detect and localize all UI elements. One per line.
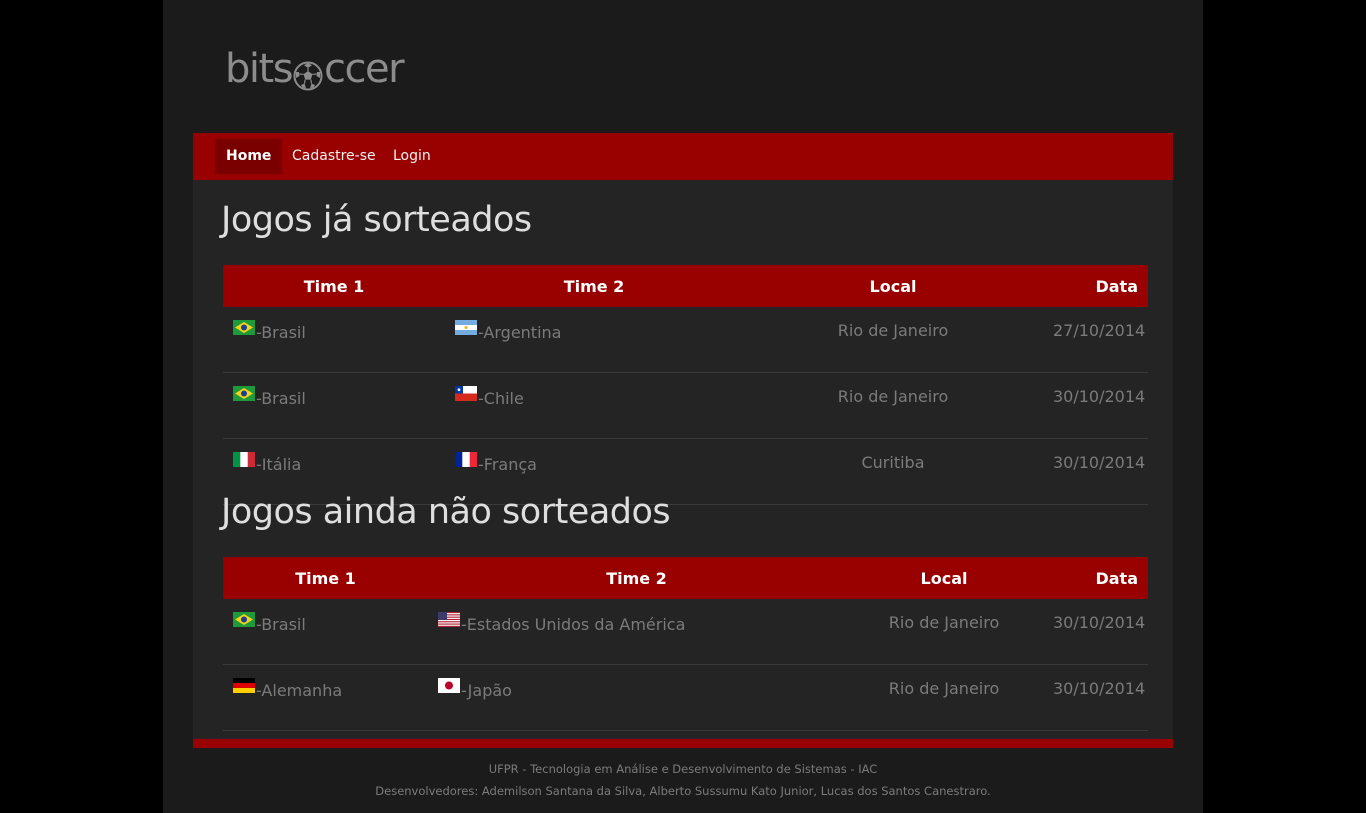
column-header-time2: Time 2 [563,276,625,296]
main-content: Jogos já sorteados Time 1 Time 2 Local D… [193,180,1173,739]
team-name: -Brasil [256,615,306,634]
team-name: -Argentina [478,323,562,342]
table-row: -Alemanha -Japão Rio de Janeiro 30/10/20… [223,664,1148,731]
local-cell: Rio de Janeiro [845,664,1043,731]
logo-text-right: ccer [324,46,405,92]
column-header-time1: Time 1 [303,276,365,296]
date-cell: 27/10/2014 [1043,307,1148,373]
france-flag-icon [455,452,477,467]
germany-flag-icon [233,678,255,693]
main-navbar: Home Cadastre-se Login [193,133,1173,180]
team1-cell: -Brasil [223,372,445,439]
footer-institution: UFPR - Tecnologia em Análise e Desenvolv… [488,762,878,776]
date-cell: 30/10/2014 [1043,599,1148,665]
team1-cell: -Brasil [223,599,428,665]
table-row: -Brasil -Argentina Rio de Janeiro 27/10/… [223,307,1148,373]
local-cell: Rio de Janeiro [743,372,1043,439]
chile-flag-icon [455,386,477,401]
team-name: -Alemanha [256,681,343,700]
japan-flag-icon [438,678,460,693]
team-name: -França [478,455,537,474]
usa-flag-icon [438,612,460,627]
team-name: -Itália [256,455,302,474]
nav-login[interactable]: Login [382,139,442,174]
not-drawn-games-table: Time 1 Time 2 Local Data -Brasil -Estado… [223,557,1148,731]
table-row: -Brasil -Chile Rio de Janeiro 30/10/2014 [223,372,1148,439]
table-header-row: Time 1 Time 2 Local Data [223,265,1148,307]
argentina-flag-icon [455,320,477,335]
nav-cadastre-se[interactable]: Cadastre-se [281,139,387,174]
nav-home[interactable]: Home [215,139,283,174]
team-name: -Chile [478,389,524,408]
column-header-local: Local [920,568,968,588]
team2-cell: -Japão [428,664,845,731]
team-name: -Estados Unidos da América [461,615,686,634]
team2-cell: -Estados Unidos da América [428,599,845,665]
column-header-local: Local [869,276,917,296]
local-cell: Rio de Janeiro [845,599,1043,665]
team-name: -Brasil [256,323,306,342]
date-cell: 30/10/2014 [1043,664,1148,731]
column-header-time1: Time 1 [295,568,356,588]
logo-text-left: bits [225,46,294,92]
local-cell: Rio de Janeiro [743,307,1043,373]
team2-cell: -Chile [445,372,743,439]
local-cell: Curitiba [743,438,1043,505]
italy-flag-icon [233,452,255,467]
team2-cell: -Argentina [445,307,743,373]
table-row: -Brasil -Estados Unidos da América Rio d… [223,599,1148,665]
drawn-games-title: Jogos já sorteados [221,200,532,240]
date-cell: 30/10/2014 [1043,438,1148,505]
brazil-flag-icon [233,320,255,335]
not-drawn-games-title: Jogos ainda não sorteados [221,492,671,532]
column-header-data: Data [1095,568,1138,588]
team1-cell: -Alemanha [223,664,428,731]
drawn-games-table: Time 1 Time 2 Local Data -Brasil -Argent… [223,265,1148,505]
team1-cell: -Brasil [223,307,445,373]
team-name: -Japão [461,681,512,700]
site-logo[interactable]: bits ccer [225,44,405,94]
column-header-time2: Time 2 [606,568,667,588]
footer-developers: Desenvolvedores: Ademilson Santana da Si… [375,784,991,798]
date-cell: 30/10/2014 [1043,372,1148,439]
column-header-data: Data [1095,276,1138,296]
brazil-flag-icon [233,612,255,627]
soccer-ball-icon [293,55,323,91]
brazil-flag-icon [233,386,255,401]
page-container: bits ccer Home Cadastre-se Login Jogos j… [163,0,1203,813]
team-name: -Brasil [256,389,306,408]
footer-bar [193,739,1173,748]
table-header-row: Time 1 Time 2 Local Data [223,557,1148,599]
